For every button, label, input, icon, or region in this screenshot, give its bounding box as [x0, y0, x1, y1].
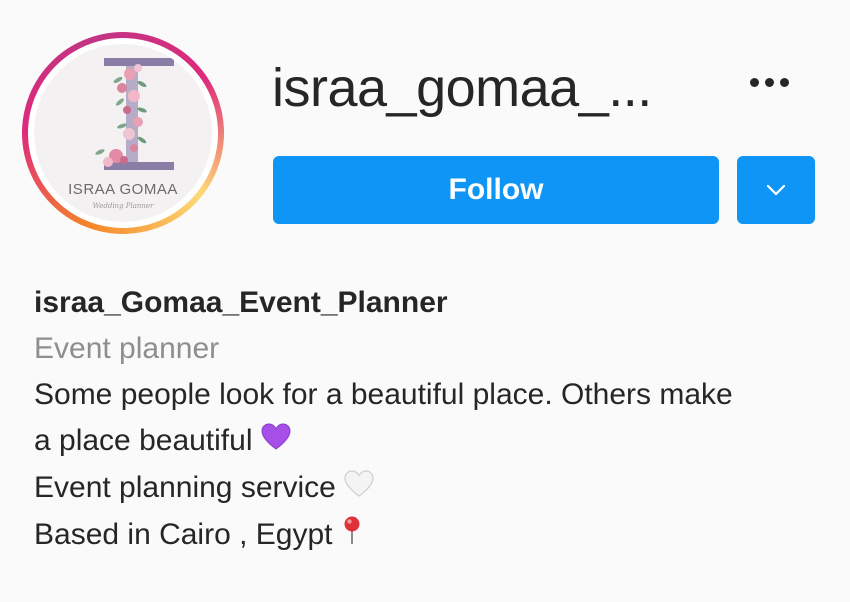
profile-bio: israa_Gomaa_Event_Planner Event planner … [34, 280, 834, 559]
follow-button[interactable]: Follow [273, 156, 719, 224]
bio-line-4: Based in Cairo , Egypt [34, 512, 834, 559]
more-horizontal-icon-dot [779, 77, 789, 87]
purple-heart-icon [260, 419, 291, 465]
avatar-logo-subtitle: Wedding Planner [92, 202, 154, 210]
round-pushpin-icon [341, 513, 363, 559]
suggested-accounts-dropdown-button[interactable] [737, 156, 815, 224]
white-heart-icon [344, 466, 374, 512]
bio-line-2-text: a place beautiful [34, 424, 253, 457]
profile-avatar-ring[interactable]: ISRAA GOMAA Wedding Planner [22, 32, 224, 234]
more-horizontal-icon-dot [749, 77, 759, 87]
profile-username: israa_gomaa_... [272, 58, 652, 118]
profile-category: Event planner [34, 332, 220, 365]
avatar: ISRAA GOMAA Wedding Planner [34, 44, 212, 222]
more-options-button[interactable] [740, 62, 798, 102]
bio-line-1: Some people look for a beautiful place. … [34, 378, 733, 411]
bio-line-3-text: Event planning service [34, 471, 336, 505]
bio-line-4-text: Based in Cairo , Egypt [34, 518, 333, 552]
avatar-gap: ISRAA GOMAA Wedding Planner [28, 38, 218, 228]
more-horizontal-icon-dot [764, 77, 774, 87]
chevron-down-icon [766, 184, 786, 196]
avatar-logo-name: ISRAA GOMAA [68, 181, 178, 198]
profile-full-name: israa_Gomaa_Event_Planner [34, 286, 448, 319]
bio-line-2: a place beautiful [34, 418, 834, 465]
bio-line-3: Event planning service [34, 465, 834, 512]
